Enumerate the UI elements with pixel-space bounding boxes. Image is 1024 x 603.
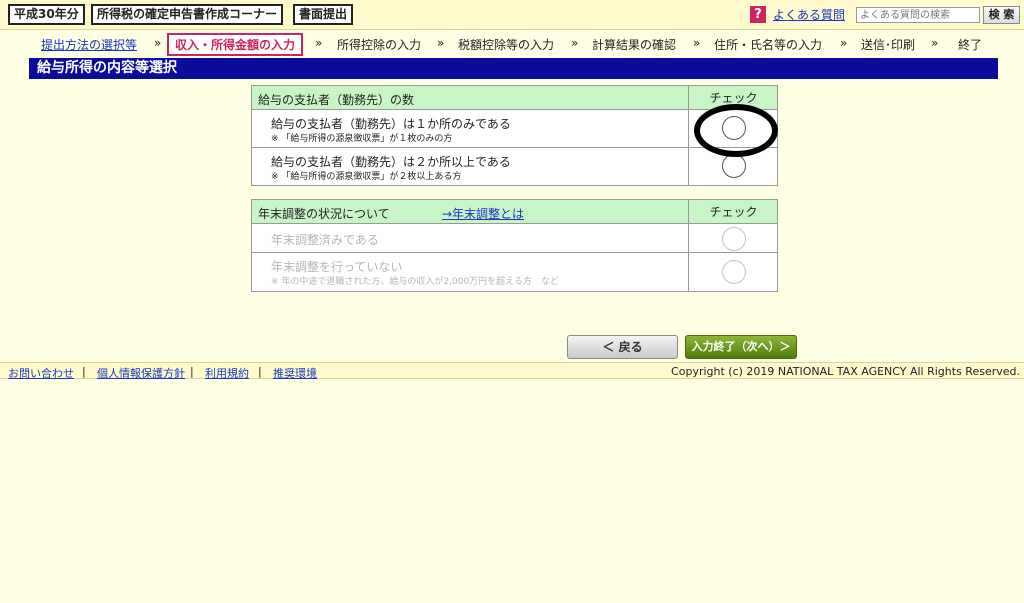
step-deduction-input: 所得控除の入力 [337,38,422,52]
year-end-adjustment-table: 年末調整の状況について →年末調整とは チェック 年末調整済みである 年末調整を… [251,199,778,292]
step-tax-credit-input: 税額控除等の入力 [458,38,555,52]
payer-table-title: 給与の支払者（勤務先）の数 [258,93,415,107]
option-note: ※ 「給与所得の源泉徴収票」が１枚のみの方 [271,134,453,144]
check-cell [688,253,778,291]
page-title: 給与所得の内容等選択 [29,58,998,79]
radio-multiple-payers[interactable] [722,154,746,178]
corner-title-box: 所得税の確定申告書作成コーナー [91,4,284,25]
step-arrow: » [154,36,162,50]
radio-year-end-not-done [722,260,746,284]
annotation-circle [694,104,778,157]
footer-bar: お問い合わせ | 個人情報保護方針 | 利用規約 | 推奨環境 Copyrigh… [0,362,1024,381]
era-year-box: 平成30年分 [8,4,85,25]
option-label: 給与の支払者（勤務先）は２か所以上である [271,155,511,169]
option-label: 年末調整を行っていない [271,260,403,274]
footer-link-environment[interactable]: 推奨環境 [273,365,317,381]
payer-option-multiple[interactable]: 給与の支払者（勤務先）は２か所以上である ※ 「給与所得の源泉徴収票」が２枚以上… [252,148,777,185]
year-end-help-link[interactable]: →年末調整とは [442,205,524,222]
next-button[interactable]: 入力終了（次へ）＞ [685,335,797,359]
payer-table-header: 給与の支払者（勤務先）の数 チェック [252,86,777,110]
copyright-text: Copyright (c) 2019 NATIONAL TAX AGENCY A… [671,365,1020,378]
help-icon[interactable]: ? [750,6,766,23]
step-arrow: » [571,36,579,50]
year-end-table-header: 年末調整の状況について →年末調整とは チェック [252,200,777,224]
footer-separator: | [258,365,262,378]
check-cell [688,224,778,252]
radio-year-end-done [722,227,746,251]
option-note: ※ 「給与所得の源泉徴収票」が２枚以上ある方 [271,172,462,182]
step-navigation: 提出方法の選択等 » 収入・所得金額の入力 » 所得控除の入力 » 税額控除等の… [0,31,1024,56]
step-arrow: » [840,36,848,50]
faq-search-input[interactable] [856,7,980,23]
step-arrow: » [693,36,701,50]
step-result-confirm: 計算結果の確認 [592,38,677,52]
header-bar: 平成30年分 所得税の確定申告書作成コーナー 書面提出 ? よくある質問 検 索 [0,0,1024,30]
submit-doc-box: 書面提出 [293,4,354,25]
year-end-table-title: 年末調整の状況について [258,207,390,221]
step-finish: 終了 [958,38,983,52]
year-end-option-done: 年末調整済みである [252,224,777,253]
option-label: 給与の支払者（勤務先）は１か所のみである [271,117,511,131]
step-submission-method[interactable]: 提出方法の選択等 [41,36,137,53]
check-column-header: チェック [688,200,778,224]
year-end-option-not-done: 年末調整を行っていない ※ 年の中途で退職された方、給与の収入が2,000万円を… [252,253,777,291]
footer-link-terms[interactable]: 利用規約 [205,365,249,381]
step-income-input: 収入・所得金額の入力 [167,33,304,56]
footer-separator: | [82,365,86,378]
step-address-input: 住所・氏名等の入力 [714,38,823,52]
footer-separator: | [190,365,194,378]
faq-link[interactable]: よくある質問 [773,6,845,23]
option-note: ※ 年の中途で退職された方、給与の収入が2,000万円を超える方 など [271,277,559,287]
step-arrow: » [437,36,445,50]
search-button[interactable]: 検 索 [983,6,1020,24]
back-button[interactable]: ＜ 戻る [567,335,678,359]
step-send-print: 送信･印刷 [861,38,916,52]
footer-link-privacy[interactable]: 個人情報保護方針 [97,365,185,381]
footer-link-contact[interactable]: お問い合わせ [8,365,74,381]
step-arrow: » [315,36,323,50]
option-label: 年末調整済みである [271,233,379,247]
step-arrow: » [931,36,939,50]
